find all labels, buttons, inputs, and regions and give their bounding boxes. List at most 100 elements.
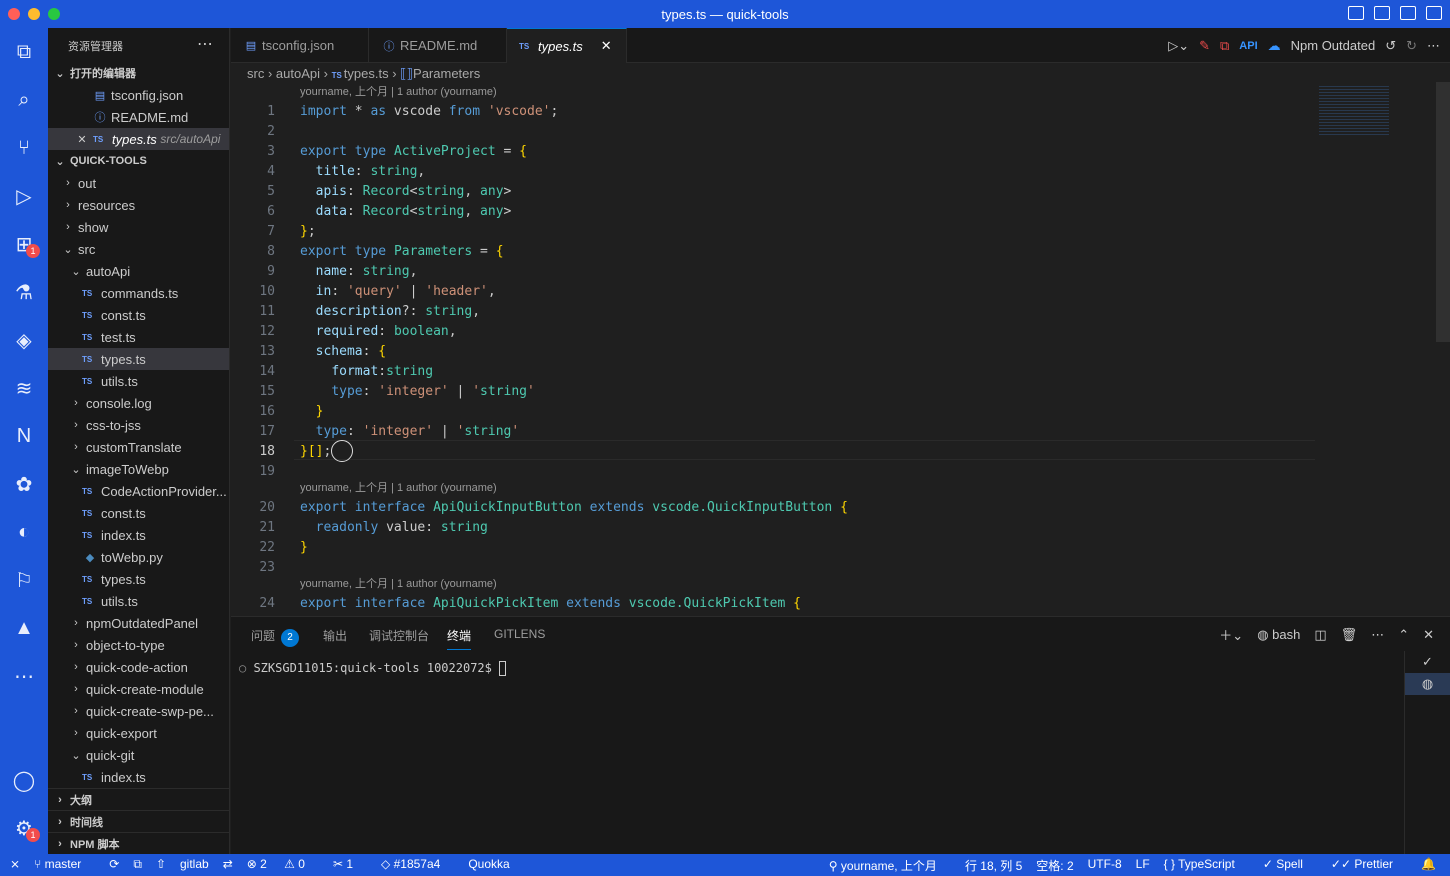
code-line[interactable]: }[]; <box>300 442 331 462</box>
tab-readme[interactable]: ⓘ README.md <box>369 28 507 63</box>
search-icon[interactable]: ⌕ <box>0 80 48 120</box>
tree-folder[interactable]: › console.log <box>48 392 229 414</box>
toggle-secondary-sidebar-icon[interactable] <box>1400 6 1416 20</box>
tree-folder[interactable]: › resources <box>48 194 229 216</box>
code-line[interactable]: export interface ApiQuickPickItem extend… <box>300 594 801 614</box>
compare-icon[interactable]: ⧉ <box>1220 38 1229 54</box>
outline-section[interactable]: › 大纲 <box>48 788 229 810</box>
timeline-section[interactable]: › 时间线 <box>48 810 229 832</box>
account-icon[interactable]: ◯ <box>0 760 48 800</box>
project-header[interactable]: ⌄ QUICK-TOOLS <box>48 150 229 172</box>
tree-folder[interactable]: › object-to-type <box>48 634 229 656</box>
codelens-blame[interactable]: yourname, 上个月 | 1 author (yourname) <box>300 576 497 592</box>
problems-status[interactable]: ⊗ 2 ⚠ 0 <box>247 857 319 872</box>
source-control-icon[interactable]: ⑂ <box>0 128 48 168</box>
tree-file[interactable]: TS const.ts <box>48 502 229 524</box>
more-editor-actions-icon[interactable]: ⋯ <box>1427 38 1440 54</box>
npm-outdated-button[interactable]: Npm Outdated <box>1291 38 1376 53</box>
editor-scrollbar[interactable] <box>1436 82 1450 342</box>
language-mode[interactable]: { } TypeScript <box>1164 857 1249 874</box>
code-line[interactable]: format:string <box>300 362 433 382</box>
spell-status[interactable]: ✓ Spell <box>1263 857 1317 874</box>
git-branch[interactable]: ⑂ master <box>34 857 95 872</box>
tree-file[interactable]: TS types.ts <box>48 348 229 370</box>
split-terminal-icon[interactable]: ◫ <box>1314 627 1326 643</box>
tree-folder[interactable]: ⌄ src <box>48 238 229 260</box>
tab-terminal[interactable]: 终端 <box>447 627 472 650</box>
code-line[interactable]: } <box>300 538 308 558</box>
remote-explorer-icon[interactable]: ◈ <box>0 320 48 360</box>
tree-folder[interactable]: › quick-create-module <box>48 678 229 700</box>
notifications-bell-icon[interactable]: 🔔 <box>1421 857 1436 874</box>
check-icon[interactable]: ✓ <box>1405 651 1450 673</box>
tree-folder[interactable]: › out <box>48 172 229 194</box>
customize-layout-icon[interactable] <box>1426 6 1442 20</box>
sync-icon[interactable]: ⟳ <box>109 857 119 872</box>
code-line[interactable]: in: 'query' | 'header', <box>300 282 496 302</box>
open-editor-item[interactable]: ▤ tsconfig.json <box>48 84 229 106</box>
kill-terminal-icon[interactable]: 🗑 <box>1341 627 1358 643</box>
edge-icon[interactable]: ◐ <box>0 512 48 552</box>
tab-output[interactable]: 输出 <box>323 627 347 644</box>
history-back-icon[interactable]: ↺ <box>1385 38 1396 54</box>
copy-icon[interactable]: ⧉ <box>133 857 142 872</box>
code-line[interactable]: name: string, <box>300 262 418 282</box>
more-panel-actions-icon[interactable]: ⋯ <box>1371 627 1384 643</box>
code-line[interactable]: required: boolean, <box>300 322 457 342</box>
npm-scripts-section[interactable]: › NPM 脚本 <box>48 832 229 854</box>
tree-file[interactable]: ◆ toWebp.py <box>48 546 229 568</box>
code-line[interactable]: export type ActiveProject = { <box>300 142 527 162</box>
tree-folder[interactable]: › quick-create-swp-pe... <box>48 700 229 722</box>
tree-folder[interactable]: ⌄ imageToWebp <box>48 458 229 480</box>
run-icon[interactable]: ▷⌄ <box>1168 38 1189 54</box>
tree-file[interactable]: TS test.ts <box>48 326 229 348</box>
history-forward-icon[interactable]: ↻ <box>1406 38 1417 54</box>
code-line[interactable]: } <box>300 402 324 422</box>
notion-icon[interactable]: N <box>0 416 48 456</box>
code-line[interactable]: }; <box>300 222 316 242</box>
code-line[interactable]: description?: string, <box>300 302 480 322</box>
tree-folder[interactable]: ⌄ autoApi <box>48 260 229 282</box>
tree-file[interactable]: TS utils.ts <box>48 590 229 612</box>
close-icon[interactable]: ✕ <box>74 133 90 146</box>
breadcrumb-file[interactable]: types.ts <box>344 66 389 81</box>
tree-file[interactable]: TS types.ts <box>48 568 229 590</box>
breadcrumb-autoapi[interactable]: autoApi <box>276 66 320 81</box>
code-line[interactable]: schema: { <box>300 342 386 362</box>
api-icon[interactable]: API <box>1239 40 1257 52</box>
codelens-blame[interactable]: yourname, 上个月 | 1 author (yourname) <box>300 480 497 496</box>
run-debug-icon[interactable]: ▷ <box>0 176 48 216</box>
tab-debug-console[interactable]: 调试控制台 <box>369 627 429 644</box>
arrow-up-icon[interactable]: ⇧ <box>156 857 166 872</box>
maximize-panel-icon[interactable]: ⌃ <box>1398 627 1409 643</box>
more-views-icon[interactable]: ⋯ <box>0 656 48 696</box>
tree-folder[interactable]: › show <box>48 216 229 238</box>
toggle-panel-icon[interactable] <box>1374 6 1390 20</box>
extensions-icon[interactable]: ⊞ 1 <box>0 224 48 264</box>
tree-file[interactable]: TS const.ts <box>48 304 229 326</box>
open-editor-item[interactable]: ⓘ README.md <box>48 106 229 128</box>
code-line[interactable]: type: 'integer' | 'string' <box>300 382 535 402</box>
tab-types[interactable]: TS types.ts ✕ <box>507 28 627 63</box>
terminal-output[interactable]: ○ SZKSGD11015:quick-tools 10022072$ <box>239 661 507 676</box>
code-editor[interactable]: yourname, 上个月 | 1 author (yourname) your… <box>231 82 1450 615</box>
tree-file[interactable]: TS CodeActionProvider... <box>48 480 229 502</box>
tree-folder[interactable]: › npmOutdatedPanel <box>48 612 229 634</box>
remote-icon[interactable]: ⨯ <box>10 857 20 872</box>
code-line[interactable]: apis: Record<string, any> <box>300 182 512 202</box>
eol-status[interactable]: LF <box>1136 857 1150 874</box>
tree-folder[interactable]: › customTranslate <box>48 436 229 458</box>
tree-folder[interactable]: › css-to-jss <box>48 414 229 436</box>
cloud-icon[interactable]: ☁ <box>1268 38 1281 54</box>
terminal-shell-selector[interactable]: ◍ bash <box>1257 627 1300 643</box>
new-terminal-icon[interactable]: ＋⌄ <box>1219 625 1243 644</box>
git-compare-icon[interactable]: ⇄ <box>223 857 233 872</box>
encoding-status[interactable]: UTF-8 <box>1088 857 1122 874</box>
explorer-icon[interactable]: ⧉ <box>0 32 48 72</box>
indentation-status[interactable]: 空格: 2 <box>1036 857 1073 874</box>
blame-status[interactable]: ⚲ yourname, 上个月 <box>829 857 951 874</box>
code-line[interactable]: export interface ApiQuickInputButton ext… <box>300 498 848 518</box>
cursor-position[interactable]: 行 18, 列 5 <box>965 857 1022 874</box>
more-actions-icon[interactable]: ⋯ <box>197 34 213 54</box>
breadcrumb-symbol[interactable]: Parameters <box>413 66 480 81</box>
